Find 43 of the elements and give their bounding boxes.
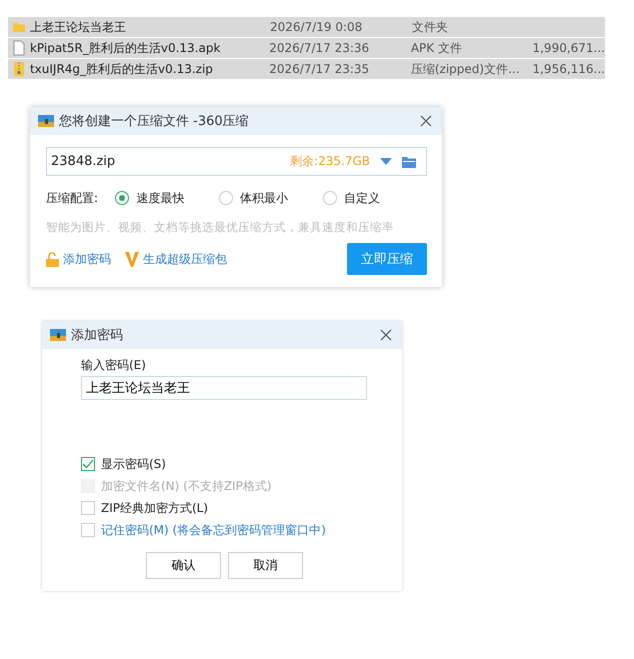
file-name: kPipat5R_胜利后的生活v0.13.apk	[30, 40, 222, 56]
dialog-title: 添加密码	[71, 327, 124, 344]
free-space-text: 剩余:235.7GB	[290, 153, 370, 170]
file-size: 1,956,116...	[532, 62, 605, 76]
dropdown-caret-icon[interactable]	[380, 158, 392, 166]
close-icon[interactable]	[380, 329, 392, 341]
zip-file-icon	[12, 61, 26, 77]
archive-app-icon	[50, 328, 66, 342]
file-name: txuIJR4g_胜利后的生活v0.13.zip	[30, 60, 214, 78]
file-date: 2026/7/17 23:36	[269, 41, 370, 55]
dialog-title: 您将创建一个压缩文件 -360压缩	[59, 113, 250, 130]
file-type: APK 文件	[410, 40, 463, 56]
super-package-link[interactable]: 生成超级压缩包	[125, 250, 227, 268]
file-type: 文件夹	[412, 18, 449, 36]
dialog-button[interactable]: 取消	[228, 552, 303, 579]
hint-text: 智能为图片、视频、文档等挑选最优压缩方式，兼具速度和压缩率	[46, 220, 395, 235]
checkbox-option[interactable]: ZIP经典加密方式(L)	[81, 500, 402, 516]
password-field[interactable]: 上老王论坛当老王	[81, 376, 367, 400]
v-shape-icon	[125, 252, 139, 266]
config-label: 压缩配置:	[46, 190, 100, 206]
checkbox-option[interactable]: 记住密码(M) (将会备忘到密码管理窗口中)	[81, 522, 402, 538]
radio-option[interactable]: 速度最快	[115, 190, 220, 206]
add-password-link[interactable]: 添加密码	[46, 250, 111, 268]
file-type: 压缩(zipped)文件...	[410, 60, 521, 78]
file-name: 上老王论坛当老王	[30, 18, 127, 36]
dialog-button[interactable]: 确认	[146, 552, 221, 579]
file-date: 2026/7/19 0:08	[270, 20, 364, 34]
file-size: 1,990,671...	[532, 41, 605, 55]
file-row[interactable]: 上老王论坛当老王 2026/7/19 0:08 文件夹	[8, 17, 605, 37]
close-icon[interactable]	[420, 115, 432, 127]
file-date: 2026/7/17 23:35	[269, 62, 370, 76]
checkbox-option[interactable]: 显示密码(S)	[81, 456, 402, 472]
filename-field[interactable]: 23848.zip 剩余:235.7GB	[46, 147, 427, 176]
archive-app-icon	[38, 114, 54, 128]
document-icon	[12, 40, 26, 56]
folder-icon	[12, 20, 26, 34]
padlock-icon	[46, 252, 59, 266]
file-row[interactable]: txuIJR4g_胜利后的生活v0.13.zip 2026/7/17 23:35 压缩(zipped)文件... 1,956,116...	[8, 59, 605, 79]
radio-option[interactable]: 体积最小	[219, 190, 324, 206]
password-label: 输入密码(E)	[81, 357, 147, 374]
radio-option[interactable]: 自定义	[323, 190, 427, 206]
folder-icon[interactable]	[402, 156, 416, 168]
file-row[interactable]: kPipat5R_胜利后的生活v0.13.apk 2026/7/17 23:36 APK 文件 1,990,671...	[8, 38, 605, 58]
